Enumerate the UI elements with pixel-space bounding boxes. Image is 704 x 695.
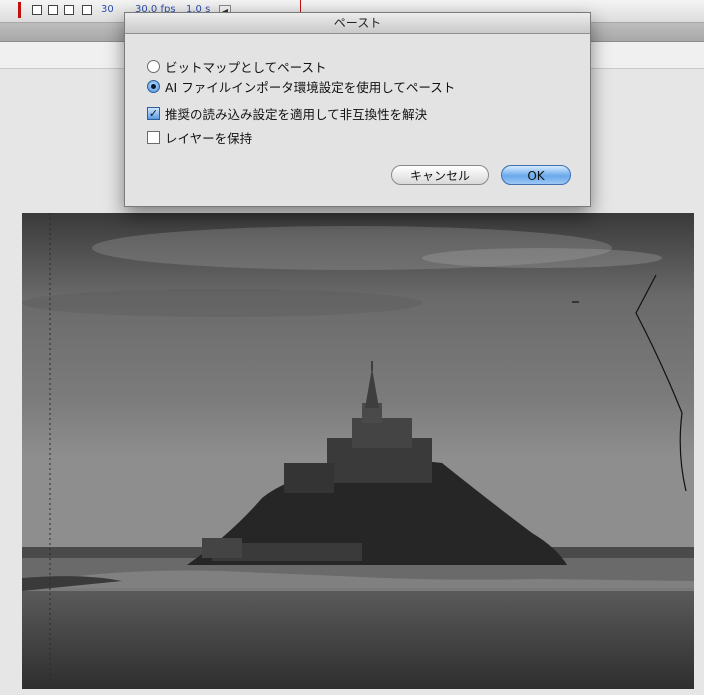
radio-paste-ai-prefs[interactable]: AI ファイルインポータ環境設定を使用してペースト [147, 77, 455, 95]
onion-outline-icon[interactable] [48, 5, 58, 15]
current-frame[interactable]: 30 [101, 4, 114, 15]
radio-button-selected-icon[interactable] [147, 79, 160, 93]
checkbox-unchecked-icon[interactable] [147, 130, 160, 144]
checkbox-keep-layers-label: レイヤーを保持 [165, 130, 253, 146]
mont-saint-michel-image [22, 213, 694, 689]
radio-paste-bitmap-label: ビットマップとしてペースト [165, 59, 327, 75]
edit-multiple-frames-icon[interactable] [64, 5, 74, 15]
radio-paste-bitmap[interactable]: ビットマップとしてペースト [147, 57, 327, 75]
ok-button[interactable]: OK [501, 165, 571, 185]
checkbox-apply-recommended[interactable]: ✓ 推奨の読み込み設定を適用して非互換性を解決 [147, 104, 427, 122]
dialog-title: ペースト [125, 13, 590, 34]
modify-markers-icon[interactable] [82, 5, 92, 15]
onion-skin-icon[interactable] [32, 5, 42, 15]
cancel-button[interactable]: キャンセル [391, 165, 489, 185]
radio-paste-ai-prefs-label: AI ファイルインポータ環境設定を使用してペースト [165, 79, 456, 95]
checkbox-keep-layers[interactable]: レイヤーを保持 [147, 128, 252, 146]
checkbox-checked-icon[interactable]: ✓ [147, 106, 160, 120]
playhead-marker-icon[interactable] [18, 2, 21, 18]
paste-dialog: ペースト ビットマップとしてペースト AI ファイルインポータ環境設定を使用して… [124, 12, 591, 207]
radio-button-off-icon[interactable] [147, 59, 160, 73]
stage-photo[interactable] [22, 213, 694, 689]
checkbox-apply-recommended-label: 推奨の読み込み設定を適用して非互換性を解決 [165, 106, 428, 122]
